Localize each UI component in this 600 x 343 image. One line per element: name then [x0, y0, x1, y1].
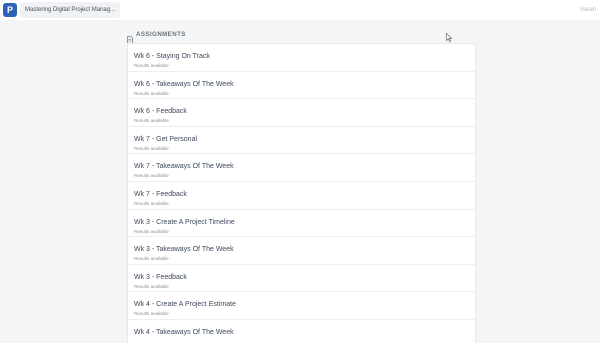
assignment-title: Wk 3 - Feedback: [134, 273, 187, 281]
assignment-status: Results available: [134, 90, 169, 96]
assignment-item[interactable]: Wk 3 - Feedback Results available: [128, 265, 475, 293]
course-title-button[interactable]: Mastering Digital Project Manag...: [20, 2, 121, 18]
assignments-list: Wk 6 - Staying On Track Results availabl…: [127, 43, 476, 343]
assignment-title: Wk 6 - Staying On Track: [134, 53, 210, 60]
assignment-status: Results available: [134, 145, 169, 151]
assignment-title: Wk 6 - Takeaways Of The Week: [134, 80, 234, 88]
assignment-item[interactable]: Wk 6 - Feedback Results available: [128, 99, 475, 127]
assignment-status: Results available: [134, 118, 169, 124]
assignment-title: Wk 3 - Takeaways Of The Week: [134, 246, 234, 254]
app-logo[interactable]: P: [3, 3, 17, 17]
assignment-status: Results available: [134, 63, 169, 68]
assignment-item[interactable]: Wk 3 - Create A Project Timeline Results…: [128, 210, 475, 238]
assignment-title: Wk 6 - Feedback: [134, 108, 187, 116]
assignment-item[interactable]: Wk 3 - Takeaways Of The Week Results ava…: [128, 237, 475, 265]
assignment-item[interactable]: Wk 4 - Create A Project Estimate Results…: [128, 292, 475, 320]
user-name[interactable]: Sarah: [580, 2, 596, 18]
assignment-title: Wk 7 - Takeaways Of The Week: [134, 163, 234, 171]
assignment-item[interactable]: Wk 6 - Takeaways Of The Week Results ava…: [128, 72, 475, 100]
assignment-item[interactable]: Wk 6 - Staying On Track Results availabl…: [128, 44, 475, 72]
assignment-item[interactable]: Wk 4 - Takeaways Of The Week: [128, 320, 475, 343]
assignment-title: Wk 4 - Takeaways Of The Week: [134, 328, 234, 336]
assignment-title: Wk 4 - Create A Project Estimate: [134, 301, 236, 309]
assignment-item[interactable]: Wk 7 - Takeaways Of The Week Results ava…: [128, 154, 475, 182]
assignment-title: Wk 3 - Create A Project Timeline: [134, 218, 235, 226]
assignment-status: Results available: [134, 283, 169, 289]
assignment-item[interactable]: Wk 7 - Get Personal Results available: [128, 127, 475, 155]
assignment-item[interactable]: Wk 7 - Feedback Results available: [128, 182, 475, 210]
assignment-title: Wk 7 - Get Personal: [134, 135, 198, 143]
assignment-status: Results available: [134, 256, 169, 262]
top-bar: P Mastering Digital Project Manag... Sar…: [0, 0, 600, 20]
assignment-status: Results available: [134, 228, 169, 234]
assignment-status: Results available: [134, 173, 169, 179]
assignment-title: Wk 7 - Feedback: [134, 190, 187, 198]
section-title: ASSIGNMENTS: [136, 31, 186, 38]
assignment-status: Results available: [134, 311, 169, 317]
assignment-status: Results available: [134, 200, 169, 206]
